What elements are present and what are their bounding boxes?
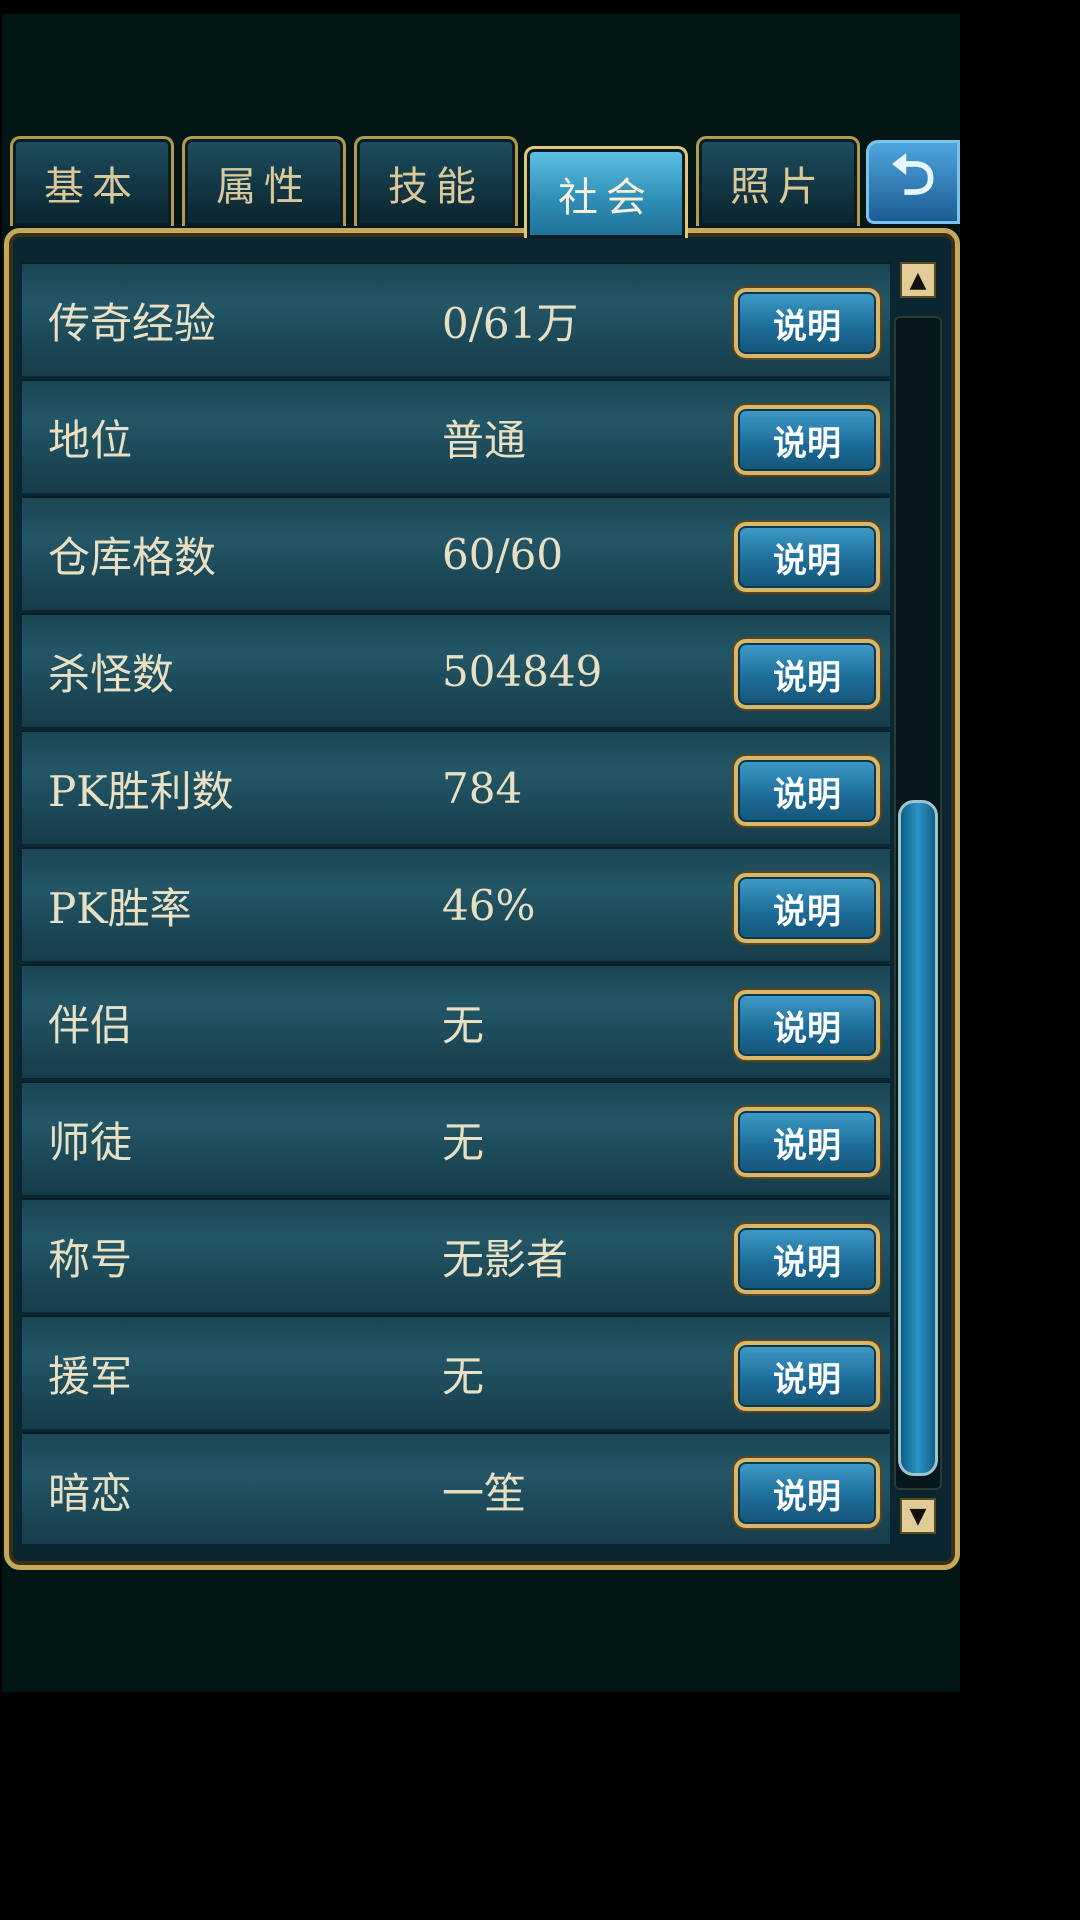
explain-button[interactable]: 说明 bbox=[734, 522, 880, 592]
scroll-up-button[interactable]: ▲ bbox=[900, 262, 936, 298]
explain-button[interactable]: 说明 bbox=[734, 873, 880, 943]
stat-row: 援军 无 说明 bbox=[22, 1315, 890, 1429]
stat-value: 无 bbox=[442, 1000, 485, 1050]
stat-label: 援军 bbox=[48, 1351, 133, 1401]
explain-button[interactable]: 说明 bbox=[734, 639, 880, 709]
stat-row: PK胜利数 784 说明 bbox=[22, 730, 890, 844]
tab-4[interactable]: 照片 bbox=[696, 136, 860, 226]
stat-value: 无 bbox=[442, 1351, 485, 1401]
scrollbar-thumb[interactable] bbox=[898, 800, 938, 1476]
stat-row: 伴侣 无 说明 bbox=[22, 964, 890, 1078]
stat-value: 504849 bbox=[442, 646, 603, 696]
stat-value: 784 bbox=[442, 763, 523, 813]
tab-2[interactable]: 技能 bbox=[354, 136, 518, 226]
stat-label: PK胜率 bbox=[48, 883, 192, 933]
tab-0[interactable]: 基本 bbox=[10, 136, 174, 226]
explain-button[interactable]: 说明 bbox=[734, 756, 880, 826]
stat-row: 仓库格数 60/60 说明 bbox=[22, 496, 890, 610]
stat-label: 杀怪数 bbox=[48, 649, 175, 699]
stat-row: 称号 无影者 说明 bbox=[22, 1198, 890, 1312]
explain-button[interactable]: 说明 bbox=[734, 1224, 880, 1294]
stat-row: 暗恋 一笙 说明 bbox=[22, 1432, 890, 1544]
scroll-down-button[interactable]: ▼ bbox=[900, 1498, 936, 1534]
stat-label: 师徒 bbox=[48, 1117, 133, 1167]
triangle-down-icon: ▼ bbox=[909, 1503, 927, 1529]
stat-row: 杀怪数 504849 说明 bbox=[22, 613, 890, 727]
stat-value: 无影者 bbox=[442, 1234, 569, 1284]
stat-label: 传奇经验 bbox=[48, 298, 217, 348]
stats-list: 传奇经验 0/61万 说明 地位 普通 说明 仓库格数 60/60 说明 杀怪数 504849 说明 P… bbox=[22, 262, 890, 1544]
explain-button[interactable]: 说明 bbox=[734, 1107, 880, 1177]
explain-button[interactable]: 说明 bbox=[734, 990, 880, 1060]
explain-button[interactable]: 说明 bbox=[734, 1341, 880, 1411]
stat-label: 暗恋 bbox=[48, 1468, 133, 1518]
stat-value: 普通 bbox=[442, 415, 527, 465]
stat-label: 仓库格数 bbox=[48, 532, 217, 582]
tab-1[interactable]: 属性 bbox=[182, 136, 346, 226]
stat-label: 称号 bbox=[48, 1234, 133, 1284]
stat-row: PK胜率 46% 说明 bbox=[22, 847, 890, 961]
back-button[interactable]: ⮌ bbox=[866, 140, 960, 224]
explain-button[interactable]: 说明 bbox=[734, 1458, 880, 1528]
stat-label: 地位 bbox=[48, 415, 133, 465]
stat-value: 46% bbox=[442, 880, 536, 930]
stat-value: 60/60 bbox=[442, 529, 564, 579]
stat-value: 无 bbox=[442, 1117, 485, 1167]
explain-button[interactable]: 说明 bbox=[734, 405, 880, 475]
explain-button[interactable]: 说明 bbox=[734, 288, 880, 358]
stat-label: PK胜利数 bbox=[48, 766, 234, 816]
triangle-up-icon: ▲ bbox=[909, 267, 927, 293]
stat-label: 伴侣 bbox=[48, 1000, 133, 1050]
stat-value: 0/61万 bbox=[442, 298, 579, 348]
back-arrow-icon: ⮌ bbox=[890, 142, 936, 208]
tab-3[interactable]: 社会 bbox=[524, 146, 688, 238]
stat-row: 传奇经验 0/61万 说明 bbox=[22, 262, 890, 376]
stat-row: 师徒 无 说明 bbox=[22, 1081, 890, 1195]
stat-value: 一笙 bbox=[442, 1468, 527, 1518]
stat-row: 地位 普通 说明 bbox=[22, 379, 890, 493]
